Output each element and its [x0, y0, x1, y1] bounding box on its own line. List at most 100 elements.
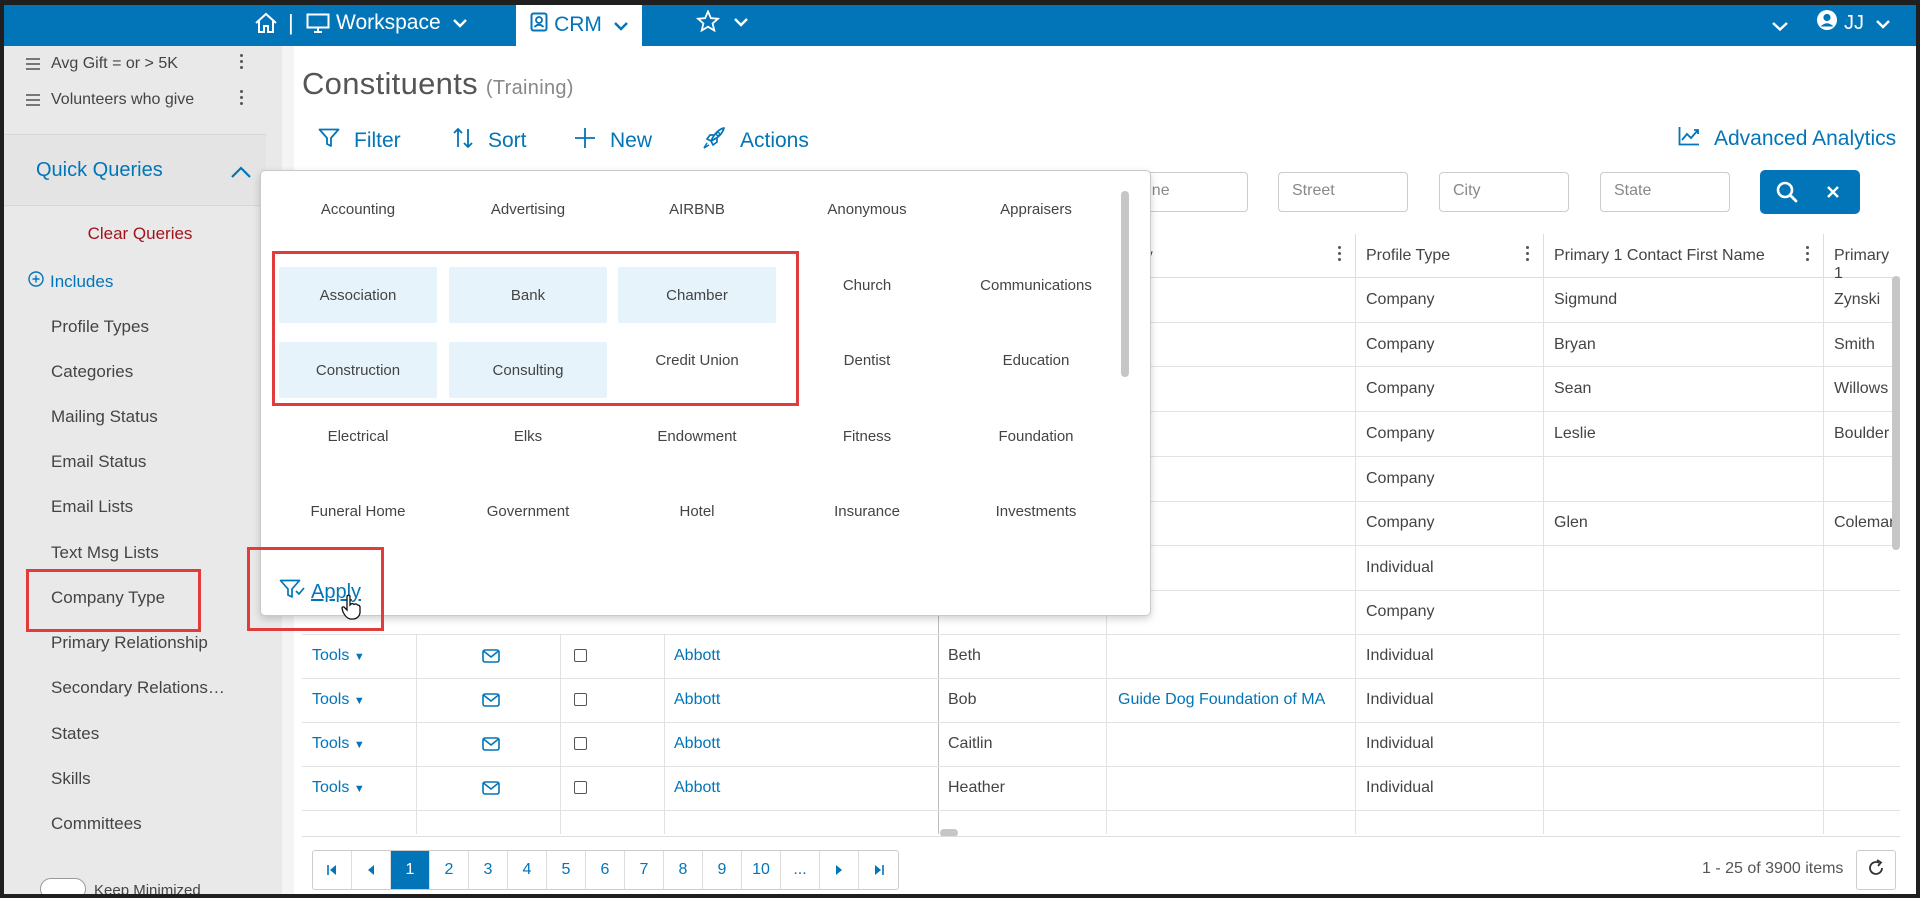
filter-button[interactable]: Filter [318, 126, 401, 156]
last-name-link[interactable]: Abbott [664, 766, 720, 810]
prev-page-button[interactable] [352, 851, 391, 889]
option-appraisers[interactable]: Appraisers [957, 181, 1115, 237]
email-icon[interactable] [472, 722, 500, 766]
page-button[interactable]: 8 [664, 851, 703, 889]
option-fitness[interactable]: Fitness [788, 408, 946, 464]
highlight-selected-options [272, 251, 799, 406]
drag-handle-icon[interactable] [26, 58, 40, 70]
next-page-button[interactable] [820, 851, 859, 889]
sidebar-item-categories[interactable]: Categories [51, 362, 133, 382]
vertical-scrollbar[interactable] [1892, 276, 1900, 550]
tools-dropdown[interactable]: Tools ▼ [302, 678, 365, 722]
quick-queries-header[interactable]: Quick Queries [4, 134, 266, 206]
user-menu[interactable]: JJ [1816, 0, 1890, 46]
sidebar-item-mailing-status[interactable]: Mailing Status [51, 407, 158, 427]
sidebar-item-email-status[interactable]: Email Status [51, 452, 146, 472]
option-investments[interactable]: Investments [957, 483, 1115, 539]
last-name-link[interactable]: Abbott [664, 678, 720, 722]
saved-query-item[interactable]: Avg Gift = or > 5K [4, 46, 266, 82]
actions-button[interactable]: Actions [702, 126, 809, 156]
last-name-link[interactable]: Abbott [664, 722, 720, 766]
tools-dropdown[interactable]: Tools ▼ [302, 722, 365, 766]
chevron-down-icon[interactable] [1772, 18, 1788, 36]
saved-query-item[interactable]: Volunteers who give [4, 82, 266, 118]
page-button[interactable]: 10 [742, 851, 781, 889]
sidebar-item-email-lists[interactable]: Email Lists [51, 497, 133, 517]
popup-scrollbar[interactable] [1121, 191, 1129, 377]
sidebar-item-primary-relationship[interactable]: Primary Relationship [51, 633, 208, 653]
more-vertical-icon[interactable] [1526, 246, 1529, 264]
page-button[interactable]: 2 [430, 851, 469, 889]
page-button[interactable]: 9 [703, 851, 742, 889]
email-icon[interactable] [472, 678, 500, 722]
includes-toggle[interactable]: Includes [28, 271, 113, 292]
option-funeral-home[interactable]: Funeral Home [279, 483, 437, 539]
option-electrical[interactable]: Electrical [279, 408, 437, 464]
option-education[interactable]: Education [957, 332, 1115, 388]
column-header-profile-type[interactable]: Profile Type [1356, 234, 1544, 278]
option-anonymous[interactable]: Anonymous [788, 181, 946, 237]
row-checkbox[interactable] [564, 678, 587, 722]
refresh-button[interactable] [1856, 850, 1896, 890]
option-airbnb[interactable]: AIRBNB [618, 181, 776, 237]
sort-button[interactable]: Sort [452, 126, 527, 156]
tools-dropdown[interactable]: Tools ▼ [302, 766, 365, 810]
company-link[interactable]: Guide Dog Foundation of MA [1108, 678, 1325, 722]
close-icon[interactable] [1826, 185, 1840, 204]
more-vertical-icon[interactable] [1806, 246, 1809, 264]
row-checkbox[interactable] [564, 766, 587, 810]
more-vertical-icon[interactable] [240, 90, 244, 110]
option-foundation[interactable]: Foundation [957, 408, 1115, 464]
chevron-up-icon[interactable] [230, 165, 252, 184]
sidebar-item-states[interactable]: States [51, 724, 99, 744]
advanced-analytics-button[interactable]: Advanced Analytics [1678, 126, 1896, 152]
sidebar-item-committees[interactable]: Committees [51, 814, 142, 834]
more-vertical-icon[interactable] [240, 54, 244, 74]
page-button[interactable]: 1 [391, 851, 430, 889]
last-name-link[interactable]: Abbott [664, 634, 720, 678]
option-accounting[interactable]: Accounting [279, 181, 437, 237]
state-search-input[interactable]: State [1600, 172, 1730, 212]
last-page-button[interactable] [859, 851, 898, 889]
search-icon[interactable] [1776, 181, 1798, 208]
page-button[interactable]: 6 [586, 851, 625, 889]
option-church[interactable]: Church [788, 257, 946, 313]
more-vertical-icon[interactable] [1338, 246, 1341, 264]
tab-crm[interactable]: CRM [516, 4, 642, 46]
page-button[interactable]: 4 [508, 851, 547, 889]
option-hotel[interactable]: Hotel [618, 483, 776, 539]
sidebar-item-skills[interactable]: Skills [51, 769, 91, 789]
page-button[interactable]: 3 [469, 851, 508, 889]
clear-queries-link[interactable]: Clear Queries [4, 224, 276, 244]
first-page-button[interactable] [313, 851, 352, 889]
option-government[interactable]: Government [449, 483, 607, 539]
sidebar-item-secondary-relationship[interactable]: Secondary Relations… [51, 678, 225, 698]
street-search-input[interactable]: Street [1278, 172, 1408, 212]
row-checkbox[interactable] [564, 634, 587, 678]
favorites-menu[interactable] [695, 0, 748, 46]
row-checkbox[interactable] [564, 722, 587, 766]
keep-minimized-toggle[interactable] [40, 878, 86, 898]
drag-handle-icon[interactable] [26, 94, 40, 106]
option-communications[interactable]: Communications [957, 257, 1115, 313]
email-icon[interactable] [472, 766, 500, 810]
city-search-input[interactable]: City [1439, 172, 1569, 212]
caret-down-icon: ▼ [353, 651, 365, 663]
more-pages-button[interactable]: ... [781, 851, 820, 889]
option-elks[interactable]: Elks [449, 408, 607, 464]
option-insurance[interactable]: Insurance [788, 483, 946, 539]
tools-dropdown[interactable]: Tools ▼ [302, 634, 365, 678]
option-endowment[interactable]: Endowment [618, 408, 776, 464]
workspace-menu[interactable]: Workspace [306, 0, 467, 46]
option-advertising[interactable]: Advertising [449, 181, 607, 237]
column-header-primary-first-name[interactable]: Primary 1 Contact First Name [1544, 234, 1824, 278]
new-button[interactable]: New [574, 126, 652, 156]
sidebar-item-profile-types[interactable]: Profile Types [51, 317, 149, 337]
home-icon[interactable] [254, 0, 278, 46]
page-button[interactable]: 7 [625, 851, 664, 889]
column-header-primary-last-name[interactable]: Primary 1 [1824, 234, 1900, 282]
option-dentist[interactable]: Dentist [788, 332, 946, 388]
sidebar-item-text-msg-lists[interactable]: Text Msg Lists [51, 543, 159, 563]
email-icon[interactable] [472, 634, 500, 678]
page-button[interactable]: 5 [547, 851, 586, 889]
